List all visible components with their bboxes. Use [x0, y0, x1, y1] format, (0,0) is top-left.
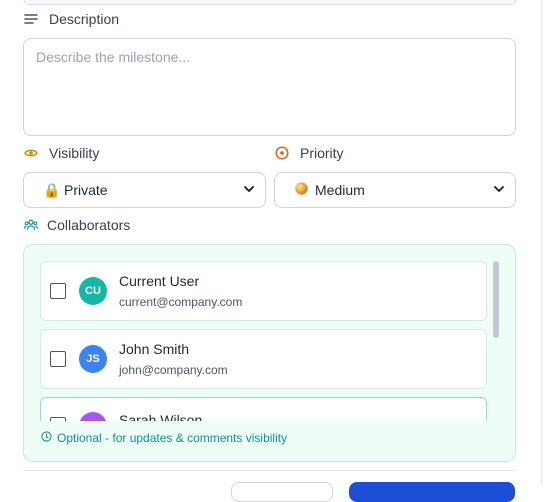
panel-border: [541, 0, 542, 485]
lock-icon: 🔒: [43, 181, 61, 198]
visibility-label-row: Visibility: [24, 145, 99, 161]
chevron-down-icon: [243, 182, 255, 198]
collaborators-hint-text: Optional - for updates & comments visibi…: [57, 431, 288, 445]
submit-button[interactable]: [349, 482, 515, 502]
collaborators-list[interactable]: CU Current User current@company.com JS J…: [40, 261, 488, 421]
avatar: SW: [79, 412, 107, 421]
priority-selected-value: Medium: [315, 182, 365, 198]
priority-label-row: Priority: [275, 145, 344, 161]
collaborator-checkbox[interactable]: [50, 351, 66, 367]
yellow-circle-icon: [294, 182, 308, 198]
visibility-label: Visibility: [49, 145, 100, 161]
collaborator-checkbox[interactable]: [50, 283, 66, 299]
avatar: CU: [79, 277, 107, 305]
collaborators-label: Collaborators: [47, 217, 131, 233]
cancel-button[interactable]: [231, 482, 333, 502]
eye-icon: [24, 146, 38, 160]
collaborator-email: john@company.com: [119, 363, 228, 377]
scrollbar-thumb[interactable]: [493, 261, 499, 338]
collaborator-name: John Smith: [119, 341, 190, 357]
target-icon: [275, 146, 289, 160]
chevron-down-icon: [493, 182, 505, 198]
collaborators-label-row: Collaborators: [24, 217, 130, 233]
visibility-selected-value: Private: [64, 182, 108, 198]
info-circle-icon: [41, 431, 52, 445]
collaborator-name: Current User: [119, 273, 200, 289]
collaborators-hint: Optional - for updates & comments visibi…: [41, 431, 287, 445]
collaborator-checkbox[interactable]: [50, 417, 66, 421]
collaborators-scrollbar[interactable]: [493, 261, 499, 421]
priority-select[interactable]: Medium: [274, 172, 516, 208]
description-label-row: Description: [24, 11, 119, 27]
collaborator-item-sarah-wilson[interactable]: SW Sarah Wilson: [40, 397, 487, 421]
visibility-select[interactable]: 🔒 Private: [23, 172, 266, 208]
users-icon: [24, 218, 38, 232]
previous-field-edge: [24, 0, 516, 5]
collaborators-panel: CU Current User current@company.com JS J…: [23, 244, 516, 462]
collaborator-item-current-user[interactable]: CU Current User current@company.com: [40, 261, 487, 321]
priority-label: Priority: [300, 145, 344, 161]
avatar: JS: [79, 345, 107, 373]
collaborator-email: current@company.com: [119, 295, 243, 309]
footer-divider: [23, 470, 516, 471]
collaborator-name: Sarah Wilson: [119, 412, 203, 421]
description-textarea[interactable]: [23, 38, 516, 136]
collaborator-item-john-smith[interactable]: JS John Smith john@company.com: [40, 329, 487, 389]
description-label: Description: [49, 11, 120, 27]
lines-icon: [24, 12, 38, 26]
